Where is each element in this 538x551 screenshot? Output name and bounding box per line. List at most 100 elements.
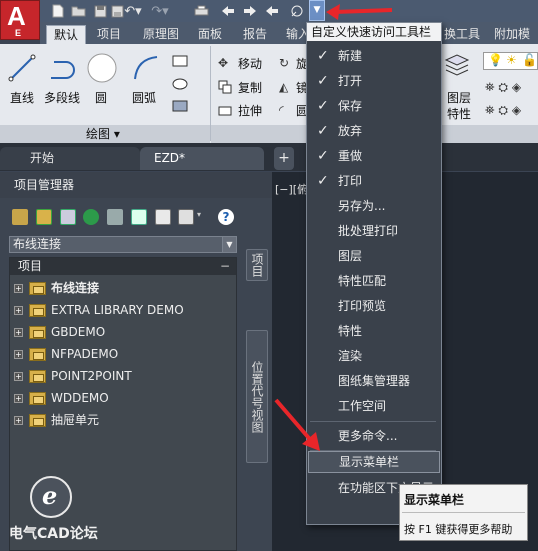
check-icon: ✓ [317,48,329,64]
forward-icon[interactable] [242,3,258,19]
tree-item-label: POINT2POINT [51,369,132,383]
stretch-tool[interactable]: 拉伸 [238,102,262,119]
menu-item-new[interactable]: ✓ 新建 [308,44,440,68]
tab-addons[interactable]: 附加模块 [494,25,538,60]
title-block-icon[interactable] [155,209,171,225]
rotate-icon: ↻ [279,56,290,70]
menu-item-save-as[interactable]: 另存为... [308,194,440,218]
project-properties-icon[interactable] [60,209,76,225]
new-project-icon[interactable] [36,209,52,225]
project-selector[interactable]: 布线连接 ▼ [9,236,237,253]
menu-item-match-properties[interactable]: 特性匹配 [308,269,440,293]
tooltip-divider [402,512,525,513]
update-icon[interactable] [131,209,147,225]
tree-header[interactable]: 项目 − [10,258,236,275]
open-project-icon[interactable] [12,209,28,225]
properties-label[interactable]: 特性 [447,105,471,122]
layer-properties-icon[interactable] [444,52,470,79]
gradient-icon[interactable] [172,100,188,115]
tree-item[interactable]: + 抽屉单元 [14,411,99,429]
layer-states-icon[interactable]: ⛯ ⛭ ◈ [485,103,521,118]
hatch-icon[interactable] [172,78,188,93]
project-folder-icon [29,325,46,339]
chevron-down-icon[interactable]: ▼ [222,237,236,252]
menu-item-undo[interactable]: ✓ 放弃 [308,119,440,143]
new-tab-button[interactable]: + [274,147,294,170]
tree-item[interactable]: + NFPADEMO [14,345,118,363]
menu-item-save[interactable]: ✓ 保存 [308,94,440,118]
tree-item-label: 抽屉单元 [51,413,100,427]
tree-item[interactable]: + 布线连接 [14,279,99,297]
circle-tool[interactable]: 圆 [95,89,107,106]
collapse-toggle[interactable]: − [220,258,230,275]
menu-item-properties[interactable]: 特性 [308,319,440,343]
menu-item-layer[interactable]: 图层 [308,244,440,268]
print-project-icon[interactable] [178,209,194,225]
publish-icon[interactable] [107,209,123,225]
expand-icon[interactable]: + [14,393,23,403]
project-folder-icon [29,347,46,361]
save-icon[interactable] [92,3,108,19]
menu-item-sheet-set-manager[interactable]: 图纸集管理器 [308,369,440,393]
tab-start[interactable]: 开始 [0,147,140,170]
lightbulb-icon: 💡 [488,53,503,67]
redo-icon[interactable]: ↷▾ [149,3,171,19]
modify-panel-label[interactable] [211,125,307,143]
toolbar-dropdown-icon[interactable]: ▾ [197,210,201,219]
menu-item-render[interactable]: 渲染 [308,344,440,368]
tab-drawing[interactable]: EZD* [140,147,264,170]
tab-default[interactable]: 默认 [46,25,87,44]
side-tab-project[interactable]: 项目 [246,249,268,281]
customize-qat-dropdown[interactable]: ▼ [309,0,325,21]
rectangle-icon[interactable] [172,55,188,70]
expand-icon[interactable]: + [14,415,23,425]
layer-panel-label[interactable] [440,125,538,143]
stretch-icon [218,103,232,120]
arc-tool[interactable]: 圆弧 [132,89,156,106]
share-icon[interactable] [289,3,305,19]
expand-icon[interactable]: + [14,371,23,381]
line-tool[interactable]: 直线 [10,89,34,106]
menu-item-more-commands[interactable]: 更多命令... [308,424,440,448]
polyline-tool[interactable]: 多段线 [44,89,80,106]
print-icon[interactable] [193,3,209,19]
help-icon[interactable]: ? [218,209,234,225]
back-icon[interactable] [220,3,236,19]
move-tool[interactable]: 移动 [238,55,262,72]
expand-icon[interactable]: + [14,327,23,337]
tab-panel[interactable]: 面板 [198,25,222,44]
refresh-icon[interactable] [83,209,99,225]
tree-item[interactable]: + POINT2POINT [14,367,132,385]
menu-item-redo[interactable]: ✓ 重做 [308,144,440,168]
application-menu-button[interactable]: A E [0,0,40,40]
line-icon [8,54,36,85]
tree-item[interactable]: + GBDEMO [14,323,105,341]
menu-item-print[interactable]: ✓ 打印 [308,169,440,193]
expand-icon[interactable]: + [14,349,23,359]
layer-tools-icon[interactable]: ⛯ ⛭ ◈ [485,80,521,95]
menu-item-batch-plot[interactable]: 批处理打印 [308,219,440,243]
project-folder-icon [29,303,46,317]
side-tab-location-view[interactable]: 位置代号视图 [246,330,268,463]
move-icon: ✥ [218,56,229,70]
copy-tool[interactable]: 复制 [238,79,262,96]
menu-item-show-menu-bar[interactable]: 显示菜单栏 [308,451,440,473]
undo-icon[interactable]: ↶▾ [122,3,144,19]
tab-reports[interactable]: 报告 [243,25,267,44]
tab-schematic[interactable]: 原理图 [143,25,179,44]
layer-label[interactable]: 图层 [447,89,471,106]
check-icon: ✓ [317,173,329,189]
menu-item-workspace[interactable]: 工作空间 [308,394,440,418]
tab-project[interactable]: 项目 [97,25,121,44]
menu-item-open[interactable]: ✓ 打开 [308,69,440,93]
expand-icon[interactable]: + [14,305,23,315]
open-icon[interactable] [70,3,86,19]
menu-item-plot-preview[interactable]: 打印预览 [308,294,440,318]
tab-tools[interactable]: 换工具 [444,25,480,44]
draw-panel-label[interactable]: 绘图 ▾ [0,125,210,143]
expand-icon[interactable]: + [14,283,23,293]
new-icon[interactable] [50,3,66,19]
back-arrow-icon[interactable] [264,3,280,19]
tree-item[interactable]: + WDDEMO [14,389,109,407]
tree-item[interactable]: + EXTRA LIBRARY DEMO [14,301,184,319]
